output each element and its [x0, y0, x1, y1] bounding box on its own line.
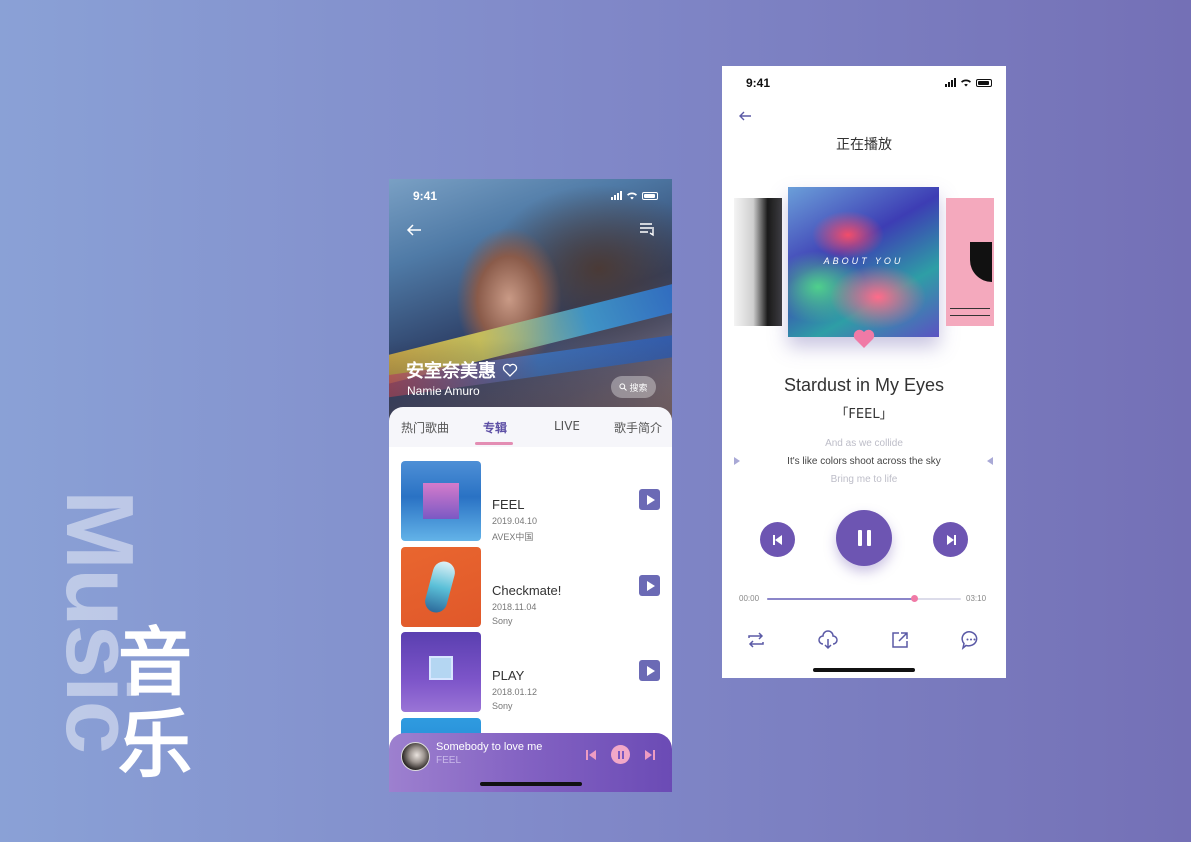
progress-track[interactable] [767, 598, 961, 600]
previous-icon [772, 534, 782, 545]
download-icon[interactable] [817, 629, 839, 651]
battery-icon [642, 191, 658, 200]
artist-screen: 9:41 安室奈美惠 Namie Amuro 搜索 热门歌曲 专辑 LIVE 歌… [389, 179, 672, 792]
status-bar: 9:41 [413, 189, 658, 205]
artist-tabs: 热门歌曲 专辑 LIVE 歌手简介 [389, 407, 672, 447]
status-bar: 9:41 [746, 76, 992, 92]
artist-name-cn: 安室奈美惠 [406, 361, 496, 382]
repeat-icon[interactable] [745, 629, 767, 651]
play-button[interactable] [639, 489, 660, 510]
time-elapsed: 00:00 [739, 594, 760, 603]
mini-player-album: FEEL [436, 755, 462, 766]
page-title: 正在播放 [836, 137, 892, 153]
play-icon [646, 665, 655, 676]
artist-name-en: Namie Amuro [407, 384, 480, 398]
status-time: 9:41 [413, 189, 438, 203]
play-button[interactable] [639, 660, 660, 681]
lyric-previous: And as we collide [825, 438, 903, 449]
album-date: 2018.01.12 [492, 687, 538, 697]
search-button[interactable]: 搜索 [611, 376, 656, 398]
current-album-cover: ABOUT YOU [788, 187, 939, 337]
album-date: 2018.11.04 [492, 602, 537, 612]
play-icon [646, 580, 655, 591]
cover-text: ABOUT YOU [823, 256, 904, 266]
mini-player-title: Somebody to love me [436, 741, 543, 753]
song-title: Stardust in My Eyes [783, 375, 945, 395]
battery-icon [976, 78, 992, 87]
next-album-cover[interactable] [946, 198, 994, 326]
album-name: PLAY [492, 668, 525, 683]
playlist-icon[interactable] [638, 220, 656, 238]
pause-button[interactable] [836, 510, 892, 566]
time-total: 03:10 [966, 594, 987, 603]
favorite-heart-icon[interactable] [502, 362, 518, 378]
yinle-title: 音乐 [118, 620, 192, 788]
now-playing-screen: 9:41 正在播放 ABOUT YOU Stardust in My Eyes … [722, 66, 1006, 678]
pause-button[interactable] [611, 745, 630, 764]
album-date: 2019.04.10 [492, 516, 538, 526]
lyric-next: Bring me to life [830, 474, 898, 485]
next-icon[interactable] [643, 748, 657, 762]
like-heart-icon[interactable] [852, 327, 876, 349]
comment-icon[interactable] [960, 629, 982, 651]
tab-albums[interactable]: 专辑 [483, 419, 507, 436]
back-arrow-icon[interactable] [405, 221, 423, 239]
album-cover [401, 547, 481, 627]
album-cover [401, 632, 481, 712]
home-indicator [480, 782, 582, 786]
signal-icon [945, 78, 956, 87]
status-time: 9:41 [746, 76, 771, 90]
album-name: FEEL [492, 497, 525, 512]
lyric-marker-right-icon [987, 457, 993, 465]
album-cover [401, 461, 481, 541]
wifi-icon [961, 79, 971, 87]
active-tab-indicator [475, 442, 513, 445]
search-icon [619, 383, 628, 391]
tab-hot-songs[interactable]: 热门歌曲 [401, 419, 449, 436]
now-playing-avatar [401, 742, 430, 771]
progress-fill [767, 598, 915, 600]
previous-icon[interactable] [584, 748, 598, 762]
wifi-icon [627, 192, 637, 200]
previous-button[interactable] [760, 522, 795, 557]
next-button[interactable] [933, 522, 968, 557]
play-button[interactable] [639, 575, 660, 596]
next-icon [946, 534, 956, 545]
signal-icon [611, 191, 622, 200]
list-item[interactable]: FEEL 2019.04.10 AVEX中国 [389, 447, 672, 542]
tab-artist-bio[interactable]: 歌手简介 [614, 419, 662, 436]
home-indicator [813, 668, 915, 672]
tab-live[interactable]: LIVE [554, 419, 580, 433]
song-album: 「FEEL」 [835, 407, 893, 422]
search-placeholder: 搜索 [629, 382, 648, 393]
list-item[interactable]: Checkmate! 2018.11.04 Sony [389, 533, 672, 627]
share-icon[interactable] [889, 629, 911, 651]
list-item[interactable]: PLAY 2018.01.12 Sony [389, 618, 672, 712]
back-arrow-icon[interactable] [737, 108, 753, 124]
lyric-current: It's like colors shoot across the sky [787, 456, 941, 467]
progress-thumb[interactable] [910, 595, 918, 602]
play-icon [646, 494, 655, 505]
previous-album-cover[interactable] [734, 198, 782, 326]
mini-player[interactable]: Somebody to love me FEEL [389, 733, 672, 792]
album-name: Checkmate! [492, 583, 562, 598]
lyric-marker-left-icon [734, 457, 740, 465]
